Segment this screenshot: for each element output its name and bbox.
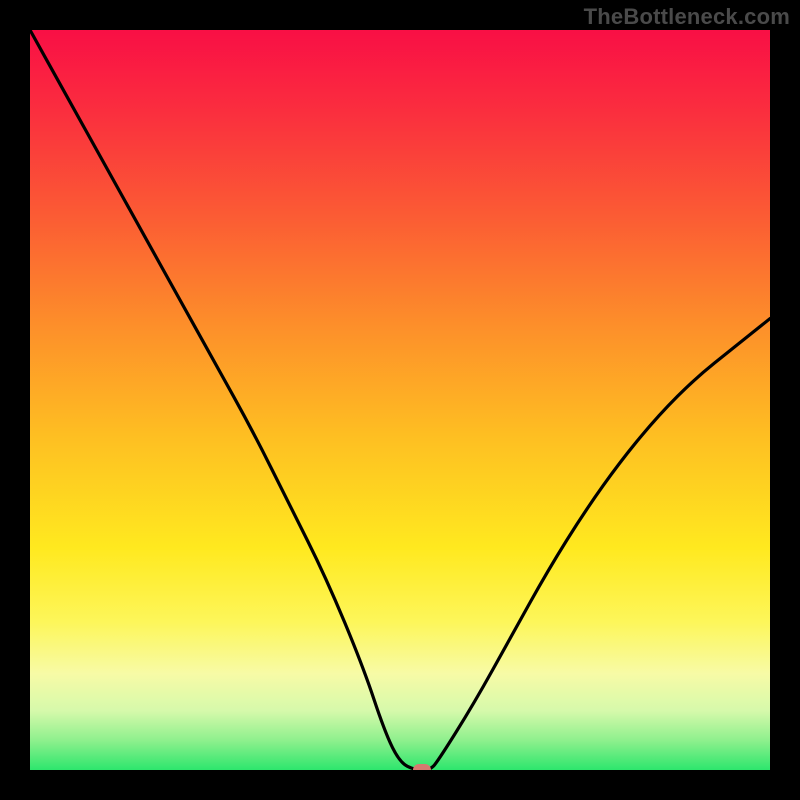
attribution-text: TheBottleneck.com: [584, 4, 790, 30]
optimal-point-marker: [413, 764, 431, 770]
plot-area: [30, 30, 770, 770]
chart-frame: TheBottleneck.com: [0, 0, 800, 800]
curve-path: [30, 30, 770, 770]
bottleneck-curve: [30, 30, 770, 770]
